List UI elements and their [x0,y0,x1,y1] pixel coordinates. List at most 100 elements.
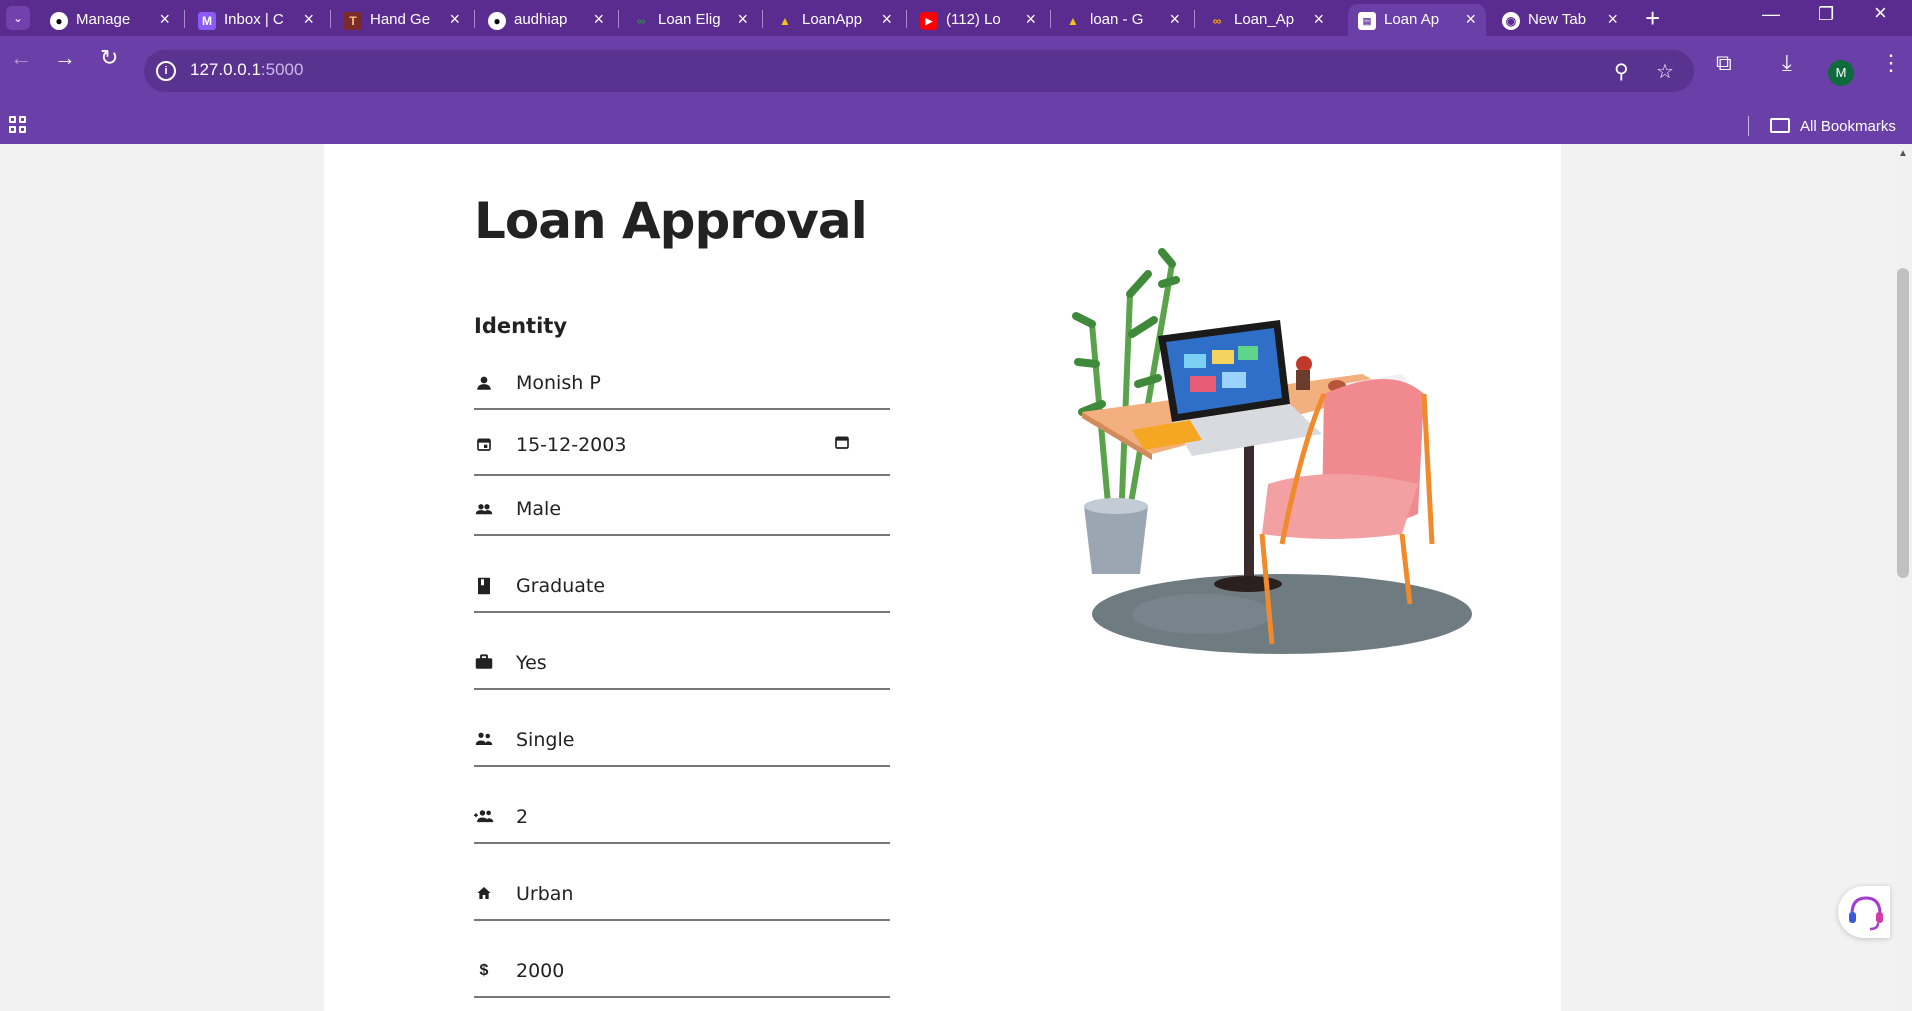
calendar-picker-icon[interactable] [834,434,850,455]
colab-icon: ∞ [1212,14,1222,28]
briefcase-icon [474,654,494,674]
page-icon: ▤ [1358,12,1376,30]
close-icon[interactable]: × [159,9,170,30]
browser-toolbar: ← → ↻ i 127.0.0.1:5000 ⚲ ☆ ⧉ ⤓ M ⋮ [0,36,1912,108]
menu-icon[interactable]: ⋮ [1880,50,1902,76]
support-chat-button[interactable] [1838,886,1890,938]
form-card: Loan Approval Identity Monish P 15-12-20… [324,144,1561,1011]
plus-icon: + [1645,3,1661,33]
date-of-birth-field[interactable]: 15-12-2003 [474,426,890,476]
tab-title: loan - G [1090,11,1144,28]
close-icon[interactable]: × [881,9,892,30]
book-icon [474,577,494,597]
all-bookmarks-link[interactable]: All Bookmarks [1800,118,1896,135]
tab-divider [1194,10,1195,28]
close-window-button[interactable]: × [1874,0,1887,26]
reload-button[interactable]: ↻ [100,45,118,71]
tab-divider [1050,10,1051,28]
tab-title: Inbox | C [224,11,284,28]
tab-divider [184,10,185,28]
new-tab-button[interactable]: + [1645,3,1660,34]
close-icon[interactable]: × [1465,9,1476,30]
section-title: Identity [474,314,568,338]
dependents-field[interactable]: 2 [474,798,890,844]
close-icon[interactable]: × [737,9,748,30]
star-icon[interactable]: ☆ [1656,59,1674,84]
zoom-icon[interactable]: ⚲ [1614,59,1629,84]
avatar[interactable]: M [1828,60,1854,86]
tab-title: Loan Elig [658,11,721,28]
field-value: Male [516,498,562,520]
tab-title: audhiap [514,11,568,28]
name-field[interactable]: Monish P [474,364,890,410]
info-icon[interactable]: i [156,61,176,81]
marital-status-field[interactable]: Single [474,721,890,767]
field-value: 2 [516,806,529,828]
close-icon[interactable]: × [1025,9,1036,30]
tab-7[interactable]: ▲ loan - G × [1054,4,1190,36]
url-text[interactable]: 127.0.0.1:5000 [190,60,303,80]
close-icon[interactable]: × [449,9,460,30]
home-icon [474,885,494,905]
close-icon[interactable]: × [1607,9,1618,30]
apps-grid-icon[interactable] [9,116,27,134]
page-scrollbar[interactable]: ▲ [1894,144,1912,1011]
scrollbar-thumb[interactable] [1897,268,1909,578]
people-icon [474,500,494,520]
drive-icon: ▲ [1067,14,1079,28]
dollar-icon: $ [479,962,489,979]
tab-title: Loan Ap [1384,11,1440,28]
tab-10[interactable]: ◉ New Tab × [1492,4,1628,36]
field-value: Yes [516,652,547,674]
property-area-field[interactable]: Urban [474,875,890,921]
download-icon[interactable]: ⤓ [1782,50,1792,76]
url-host: 127.0.0.1 [190,60,261,79]
reload-icon: ↻ [100,45,119,70]
calendar-icon [474,436,494,456]
close-icon[interactable]: × [303,9,314,30]
tab-4[interactable]: ∞ Loan Elig × [622,4,758,36]
arrow-left-icon: ← [10,45,32,70]
close-icon[interactable]: × [593,9,604,30]
tab-8[interactable]: ∞ Loan_Ap × [1198,4,1334,36]
gender-field[interactable]: Male [474,490,890,536]
close-icon[interactable]: × [1169,9,1180,30]
drive-icon: ▲ [779,14,791,28]
tab-2[interactable]: T Hand Ge × [334,4,470,36]
close-icon: × [1874,0,1887,25]
arrow-right-icon: → [54,45,76,70]
tab-0[interactable]: ● Manage × [40,4,180,36]
tab-title: Hand Ge [370,11,431,28]
extensions-icon[interactable]: ⧉ [1716,50,1732,76]
url-port: :5000 [260,60,304,79]
person-icon [474,374,494,394]
tab-divider [618,10,619,28]
self-employed-field[interactable]: Yes [474,644,890,690]
tab-search-button[interactable]: ⌄ [6,6,30,30]
tab-divider [474,10,475,28]
scroll-up-arrow-icon[interactable]: ▲ [1898,148,1908,159]
address-bar[interactable]: i 127.0.0.1:5000 ⚲ ☆ [144,50,1694,92]
tab-title: (112) Lo [946,11,1001,28]
forward-button[interactable]: → [54,45,76,71]
youtube-icon: ▶ [920,12,938,30]
group-add-icon [474,808,494,828]
bookmarks-divider [1748,116,1749,136]
income-field[interactable]: $ 2000 [474,952,890,998]
restore-button[interactable]: ❐ [1818,4,1834,25]
minimize-button[interactable]: — [1762,4,1780,25]
field-value: Graduate [516,575,606,597]
page-viewport: Loan Approval Identity Monish P 15-12-20… [0,144,1912,1011]
tab-divider [762,10,763,28]
tab-3[interactable]: ● audhiap × [478,4,614,36]
tab-6[interactable]: ▶ (112) Lo × [910,4,1046,36]
restore-icon: ❐ [1818,4,1835,24]
desk-illustration [1072,248,1472,654]
tab-9-active[interactable]: ▤ Loan Ap × [1348,4,1486,36]
tab-1[interactable]: M Inbox | C × [188,4,324,36]
folder-icon[interactable] [1770,118,1790,133]
tab-5[interactable]: ▲ LoanApp × [766,4,902,36]
back-button[interactable]: ← [10,45,32,71]
close-icon[interactable]: × [1313,9,1324,30]
education-field[interactable]: Graduate [474,567,890,613]
